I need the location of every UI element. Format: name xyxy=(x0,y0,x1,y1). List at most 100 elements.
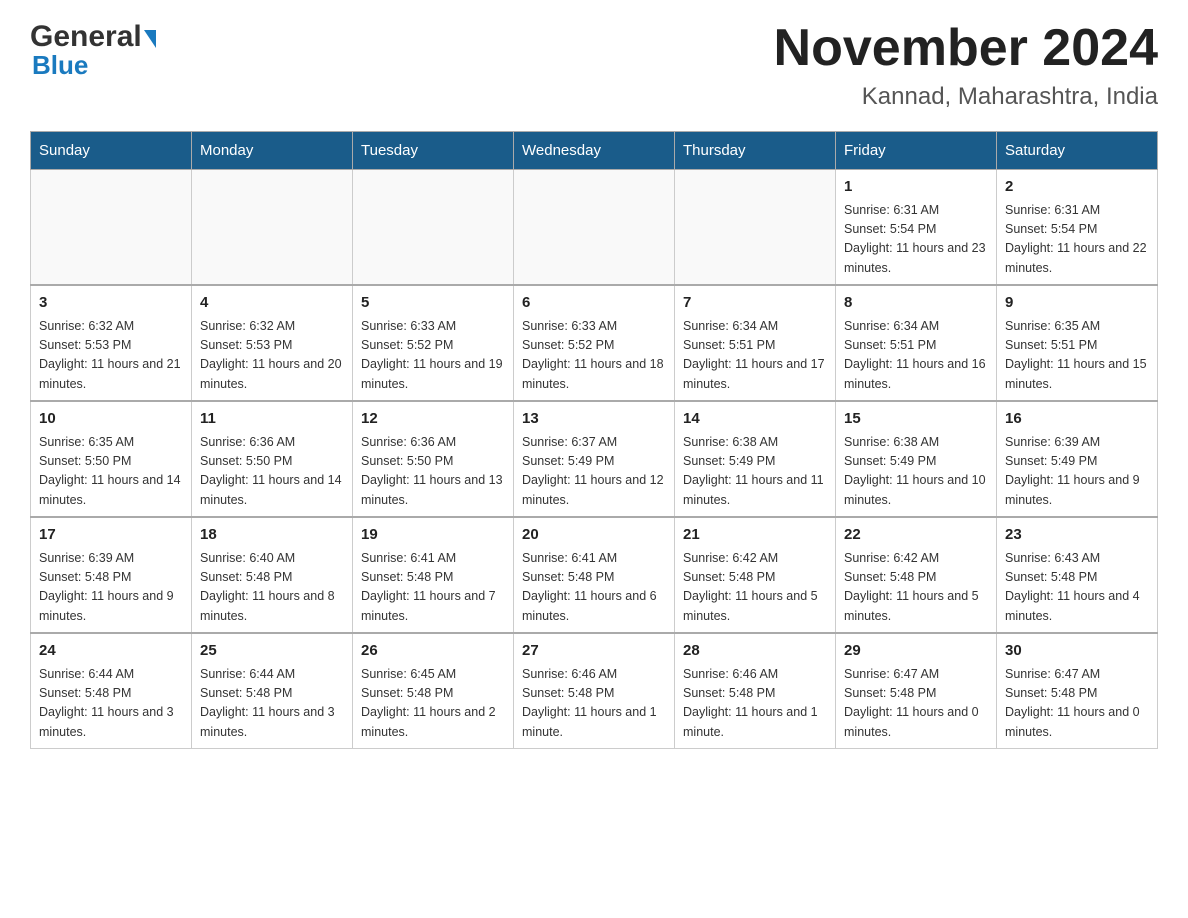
calendar-cell: 9Sunrise: 6:35 AMSunset: 5:51 PMDaylight… xyxy=(997,285,1158,401)
day-info: Sunrise: 6:47 AMSunset: 5:48 PMDaylight:… xyxy=(1005,665,1149,743)
day-number: 10 xyxy=(39,408,183,431)
day-number: 18 xyxy=(200,524,344,547)
day-info: Sunrise: 6:34 AMSunset: 5:51 PMDaylight:… xyxy=(844,317,988,395)
day-info: Sunrise: 6:36 AMSunset: 5:50 PMDaylight:… xyxy=(200,433,344,511)
day-number: 4 xyxy=(200,292,344,315)
day-number: 6 xyxy=(522,292,666,315)
day-info: Sunrise: 6:33 AMSunset: 5:52 PMDaylight:… xyxy=(361,317,505,395)
calendar-cell: 3Sunrise: 6:32 AMSunset: 5:53 PMDaylight… xyxy=(31,285,192,401)
calendar-cell: 5Sunrise: 6:33 AMSunset: 5:52 PMDaylight… xyxy=(353,285,514,401)
calendar-cell: 29Sunrise: 6:47 AMSunset: 5:48 PMDayligh… xyxy=(836,633,997,749)
day-info: Sunrise: 6:40 AMSunset: 5:48 PMDaylight:… xyxy=(200,549,344,627)
day-number: 26 xyxy=(361,640,505,663)
calendar-cell: 13Sunrise: 6:37 AMSunset: 5:49 PMDayligh… xyxy=(514,401,675,517)
day-info: Sunrise: 6:45 AMSunset: 5:48 PMDaylight:… xyxy=(361,665,505,743)
calendar-cell xyxy=(192,170,353,286)
calendar-week-row: 24Sunrise: 6:44 AMSunset: 5:48 PMDayligh… xyxy=(31,633,1158,749)
calendar-cell: 8Sunrise: 6:34 AMSunset: 5:51 PMDaylight… xyxy=(836,285,997,401)
day-number: 14 xyxy=(683,408,827,431)
day-info: Sunrise: 6:39 AMSunset: 5:49 PMDaylight:… xyxy=(1005,433,1149,511)
calendar-cell: 4Sunrise: 6:32 AMSunset: 5:53 PMDaylight… xyxy=(192,285,353,401)
day-number: 9 xyxy=(1005,292,1149,315)
calendar-cell: 30Sunrise: 6:47 AMSunset: 5:48 PMDayligh… xyxy=(997,633,1158,749)
calendar-header-wednesday: Wednesday xyxy=(514,132,675,170)
calendar-header-tuesday: Tuesday xyxy=(353,132,514,170)
day-number: 20 xyxy=(522,524,666,547)
day-number: 28 xyxy=(683,640,827,663)
calendar-cell: 20Sunrise: 6:41 AMSunset: 5:48 PMDayligh… xyxy=(514,517,675,633)
calendar-cell: 17Sunrise: 6:39 AMSunset: 5:48 PMDayligh… xyxy=(31,517,192,633)
day-info: Sunrise: 6:33 AMSunset: 5:52 PMDaylight:… xyxy=(522,317,666,395)
calendar-header-monday: Monday xyxy=(192,132,353,170)
day-number: 12 xyxy=(361,408,505,431)
calendar-cell: 15Sunrise: 6:38 AMSunset: 5:49 PMDayligh… xyxy=(836,401,997,517)
calendar-cell: 7Sunrise: 6:34 AMSunset: 5:51 PMDaylight… xyxy=(675,285,836,401)
day-number: 27 xyxy=(522,640,666,663)
day-info: Sunrise: 6:38 AMSunset: 5:49 PMDaylight:… xyxy=(844,433,988,511)
day-info: Sunrise: 6:47 AMSunset: 5:48 PMDaylight:… xyxy=(844,665,988,743)
calendar-cell: 11Sunrise: 6:36 AMSunset: 5:50 PMDayligh… xyxy=(192,401,353,517)
day-info: Sunrise: 6:36 AMSunset: 5:50 PMDaylight:… xyxy=(361,433,505,511)
day-info: Sunrise: 6:41 AMSunset: 5:48 PMDaylight:… xyxy=(361,549,505,627)
calendar-cell: 6Sunrise: 6:33 AMSunset: 5:52 PMDaylight… xyxy=(514,285,675,401)
day-number: 5 xyxy=(361,292,505,315)
calendar-cell xyxy=(31,170,192,286)
calendar-cell: 23Sunrise: 6:43 AMSunset: 5:48 PMDayligh… xyxy=(997,517,1158,633)
calendar-cell: 10Sunrise: 6:35 AMSunset: 5:50 PMDayligh… xyxy=(31,401,192,517)
title-section: November 2024 Kannad, Maharashtra, India xyxy=(774,20,1158,111)
day-info: Sunrise: 6:32 AMSunset: 5:53 PMDaylight:… xyxy=(200,317,344,395)
calendar-cell xyxy=(353,170,514,286)
day-number: 25 xyxy=(200,640,344,663)
day-number: 16 xyxy=(1005,408,1149,431)
logo-text: General xyxy=(30,20,156,54)
day-info: Sunrise: 6:35 AMSunset: 5:50 PMDaylight:… xyxy=(39,433,183,511)
day-number: 29 xyxy=(844,640,988,663)
calendar-cell: 22Sunrise: 6:42 AMSunset: 5:48 PMDayligh… xyxy=(836,517,997,633)
calendar-header-friday: Friday xyxy=(836,132,997,170)
day-info: Sunrise: 6:42 AMSunset: 5:48 PMDaylight:… xyxy=(683,549,827,627)
logo-general: General xyxy=(30,20,142,54)
day-info: Sunrise: 6:31 AMSunset: 5:54 PMDaylight:… xyxy=(1005,201,1149,279)
calendar-header-sunday: Sunday xyxy=(31,132,192,170)
calendar-table: SundayMondayTuesdayWednesdayThursdayFrid… xyxy=(30,131,1158,749)
day-number: 19 xyxy=(361,524,505,547)
day-number: 7 xyxy=(683,292,827,315)
calendar-cell: 26Sunrise: 6:45 AMSunset: 5:48 PMDayligh… xyxy=(353,633,514,749)
calendar-cell xyxy=(514,170,675,286)
calendar-cell: 18Sunrise: 6:40 AMSunset: 5:48 PMDayligh… xyxy=(192,517,353,633)
day-info: Sunrise: 6:42 AMSunset: 5:48 PMDaylight:… xyxy=(844,549,988,627)
calendar-cell: 28Sunrise: 6:46 AMSunset: 5:48 PMDayligh… xyxy=(675,633,836,749)
calendar-week-row: 3Sunrise: 6:32 AMSunset: 5:53 PMDaylight… xyxy=(31,285,1158,401)
logo-triangle-icon xyxy=(144,30,156,48)
calendar-header-row: SundayMondayTuesdayWednesdayThursdayFrid… xyxy=(31,132,1158,170)
day-info: Sunrise: 6:41 AMSunset: 5:48 PMDaylight:… xyxy=(522,549,666,627)
day-number: 22 xyxy=(844,524,988,547)
calendar-cell: 1Sunrise: 6:31 AMSunset: 5:54 PMDaylight… xyxy=(836,170,997,286)
day-number: 13 xyxy=(522,408,666,431)
day-info: Sunrise: 6:37 AMSunset: 5:49 PMDaylight:… xyxy=(522,433,666,511)
calendar-header-thursday: Thursday xyxy=(675,132,836,170)
day-number: 24 xyxy=(39,640,183,663)
calendar-cell xyxy=(675,170,836,286)
day-number: 30 xyxy=(1005,640,1149,663)
calendar-cell: 19Sunrise: 6:41 AMSunset: 5:48 PMDayligh… xyxy=(353,517,514,633)
calendar-cell: 24Sunrise: 6:44 AMSunset: 5:48 PMDayligh… xyxy=(31,633,192,749)
day-number: 3 xyxy=(39,292,183,315)
day-number: 21 xyxy=(683,524,827,547)
day-info: Sunrise: 6:46 AMSunset: 5:48 PMDaylight:… xyxy=(683,665,827,743)
day-number: 11 xyxy=(200,408,344,431)
logo-blue-word: Blue xyxy=(32,50,88,81)
day-info: Sunrise: 6:43 AMSunset: 5:48 PMDaylight:… xyxy=(1005,549,1149,627)
calendar-week-row: 1Sunrise: 6:31 AMSunset: 5:54 PMDaylight… xyxy=(31,170,1158,286)
day-info: Sunrise: 6:32 AMSunset: 5:53 PMDaylight:… xyxy=(39,317,183,395)
day-number: 2 xyxy=(1005,176,1149,199)
calendar-cell: 27Sunrise: 6:46 AMSunset: 5:48 PMDayligh… xyxy=(514,633,675,749)
subtitle: Kannad, Maharashtra, India xyxy=(774,83,1158,111)
calendar-cell: 2Sunrise: 6:31 AMSunset: 5:54 PMDaylight… xyxy=(997,170,1158,286)
calendar-week-row: 10Sunrise: 6:35 AMSunset: 5:50 PMDayligh… xyxy=(31,401,1158,517)
day-info: Sunrise: 6:34 AMSunset: 5:51 PMDaylight:… xyxy=(683,317,827,395)
logo: General Blue xyxy=(30,20,156,81)
day-info: Sunrise: 6:38 AMSunset: 5:49 PMDaylight:… xyxy=(683,433,827,511)
day-number: 15 xyxy=(844,408,988,431)
day-number: 8 xyxy=(844,292,988,315)
